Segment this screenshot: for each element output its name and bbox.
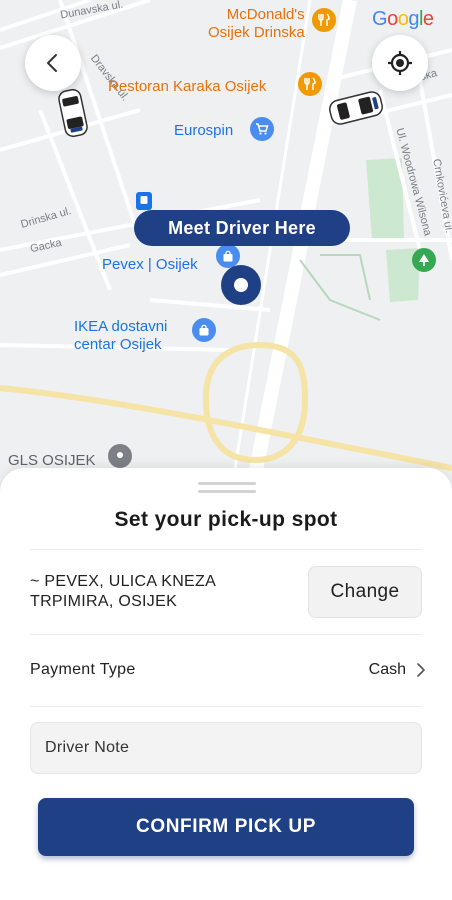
poi-eurospin[interactable]: Eurospin (174, 122, 233, 140)
sheet-drag-handle[interactable] (198, 490, 256, 493)
pickup-pin-icon[interactable] (221, 265, 261, 305)
chevron-left-icon (47, 54, 57, 72)
google-letter: g (408, 8, 419, 30)
meet-driver-label: Meet Driver Here (134, 210, 350, 246)
driver-note-placeholder: Driver Note (45, 739, 130, 756)
driver-note-input[interactable]: Driver Note (30, 722, 422, 774)
change-button-label: Change (330, 581, 400, 602)
google-letter: o (397, 8, 409, 30)
bus-stop-icon (136, 192, 152, 210)
sheet-drag-handle[interactable] (198, 482, 256, 485)
chevron-right-icon (417, 663, 426, 677)
poi-pevex[interactable]: Pevex | Osijek (102, 256, 198, 274)
back-button[interactable] (25, 35, 81, 91)
confirm-pickup-button[interactable]: CONFIRM PICK UP (38, 798, 414, 856)
park-icon[interactable] (412, 248, 436, 272)
poi-label: Restoran Karaka Osijek (108, 78, 267, 95)
poi-label: IKEA dostavni centar Osijek (74, 318, 168, 353)
pin-center (234, 278, 248, 292)
place-pin-icon[interactable] (108, 444, 132, 468)
change-address-button[interactable]: Change (308, 566, 422, 618)
sheet-title: Set your pick-up spot (114, 508, 338, 531)
pickup-sheet: Set your pick-up spot ~ PEVEX, ULICA KNE… (0, 468, 452, 900)
google-letter: e (422, 8, 434, 30)
poi-mcdonalds[interactable]: McDonald's Osijek Drinska (208, 6, 305, 42)
confirm-button-label: CONFIRM PICK UP (136, 816, 316, 837)
payment-type-label: Payment Type (30, 661, 136, 678)
restaurant-icon[interactable] (298, 72, 322, 96)
divider (30, 549, 422, 550)
poi-label: GLS OSIJEK (8, 452, 96, 469)
poi-ikea[interactable]: IKEA dostavni centar Osijek (74, 318, 167, 354)
divider (30, 634, 422, 635)
google-letter: o (387, 8, 398, 30)
poi-restoran[interactable]: Restoran Karaka Osijek (108, 78, 266, 96)
meet-driver-text: Meet Driver Here (168, 217, 316, 238)
shopping-bag-icon[interactable] (192, 318, 216, 342)
payment-type-value: Cash (368, 661, 406, 678)
poi-label: Eurospin (174, 122, 234, 139)
google-logo: Google (372, 8, 434, 31)
divider (30, 706, 422, 707)
payment-type-row[interactable]: Payment Type Cash (30, 650, 426, 690)
map-view[interactable]: Dunavska ul. Dravska ul. Drinska ul. Gac… (0, 0, 452, 500)
pickup-address: ~ PEVEX, ULICA KNEZA TRPIMIRA, OSIJEK (30, 573, 216, 610)
poi-label: Pevex | Osijek (102, 256, 198, 273)
crosshair-icon (388, 51, 412, 75)
poi-gls[interactable]: GLS OSIJEK (8, 452, 96, 469)
poi-label: McDonald's Osijek Drinska (208, 6, 305, 41)
google-letter: G (372, 8, 388, 30)
locate-me-button[interactable] (372, 35, 428, 91)
restaurant-icon[interactable] (312, 8, 336, 32)
shopping-cart-icon[interactable] (250, 117, 274, 141)
